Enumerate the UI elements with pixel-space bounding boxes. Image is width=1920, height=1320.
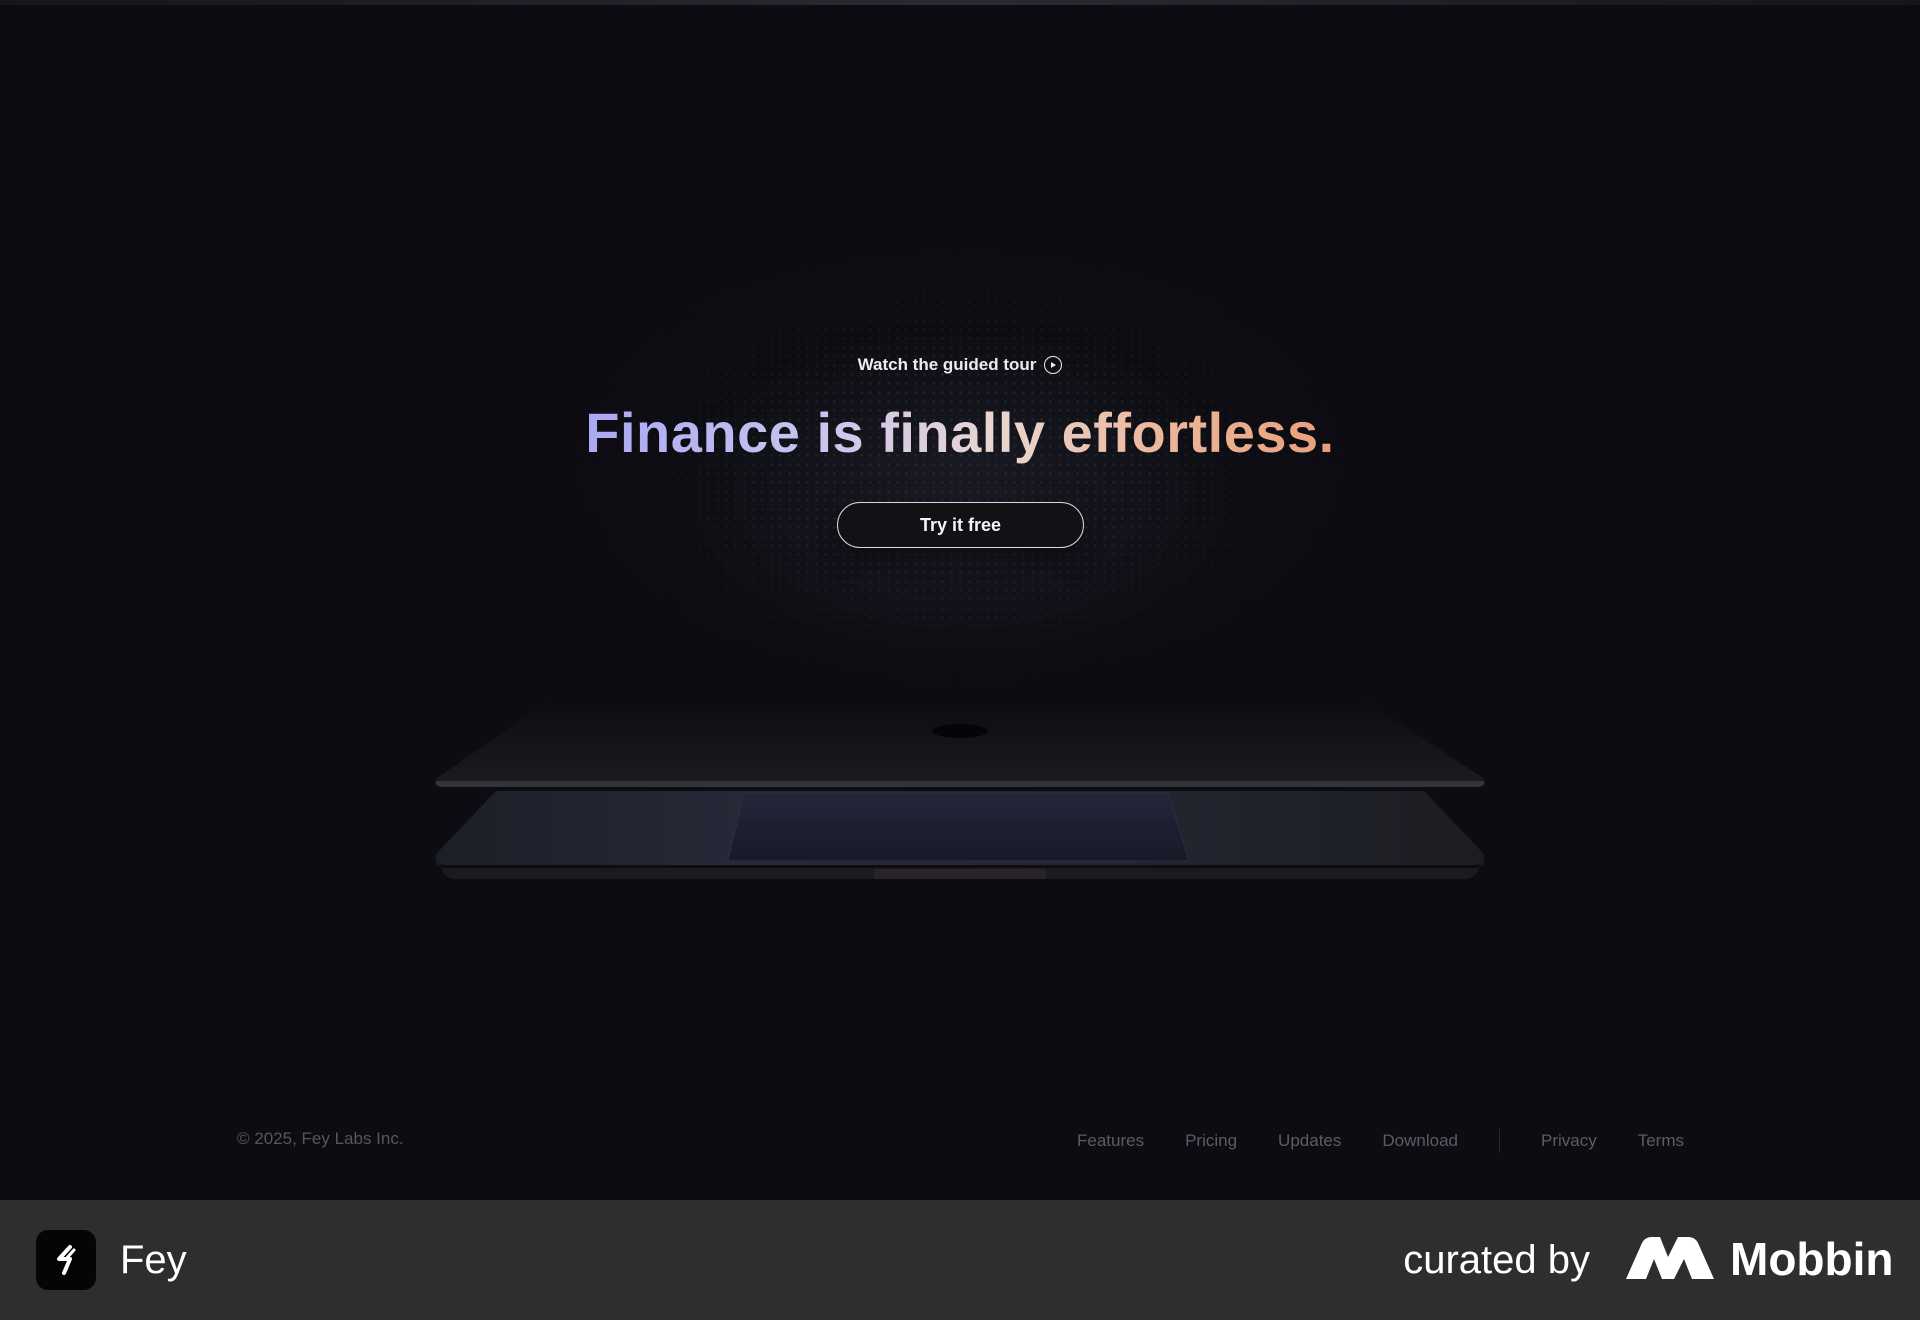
footer-link-terms[interactable]: Terms (1638, 1131, 1684, 1151)
mobbin-logo-icon (1626, 1237, 1714, 1279)
footer-link-privacy[interactable]: Privacy (1541, 1131, 1597, 1151)
footer-copyright: © 2025, Fey Labs Inc. (237, 1129, 404, 1148)
footer-link-download[interactable]: Download (1382, 1131, 1458, 1151)
footer-nav: Features Pricing Updates Download Privac… (1077, 1129, 1684, 1153)
hero-headline: Finance is finally effortless. (0, 397, 1920, 469)
guided-tour-link[interactable]: Watch the guided tour (0, 355, 1920, 375)
guided-tour-label: Watch the guided tour (857, 355, 1037, 374)
fey-logo-icon (36, 1230, 96, 1290)
play-circle-icon (1044, 356, 1063, 374)
mobbin-wordmark: Mobbin (1730, 1233, 1894, 1285)
app-name: Fey (120, 1238, 187, 1282)
footer-link-pricing[interactable]: Pricing (1185, 1131, 1237, 1151)
attribution-bar: Fey curated by Mobbin (0, 1200, 1920, 1320)
footer-link-features[interactable]: Features (1077, 1131, 1144, 1151)
hero-section: Watch the guided tour Finance is finally… (0, 5, 1920, 1200)
footer-divider (1498, 1129, 1500, 1153)
hero-headline-text: Finance is finally effortless. (585, 401, 1335, 464)
curated-by-label: curated by (1403, 1238, 1590, 1282)
try-free-label: Try it free (919, 514, 1002, 535)
laptop-illustration (435, 695, 1485, 879)
try-free-button[interactable]: Try it free (837, 502, 1084, 548)
page: Watch the guided tour Finance is finally… (0, 0, 1920, 1320)
footer-link-updates[interactable]: Updates (1278, 1131, 1341, 1151)
